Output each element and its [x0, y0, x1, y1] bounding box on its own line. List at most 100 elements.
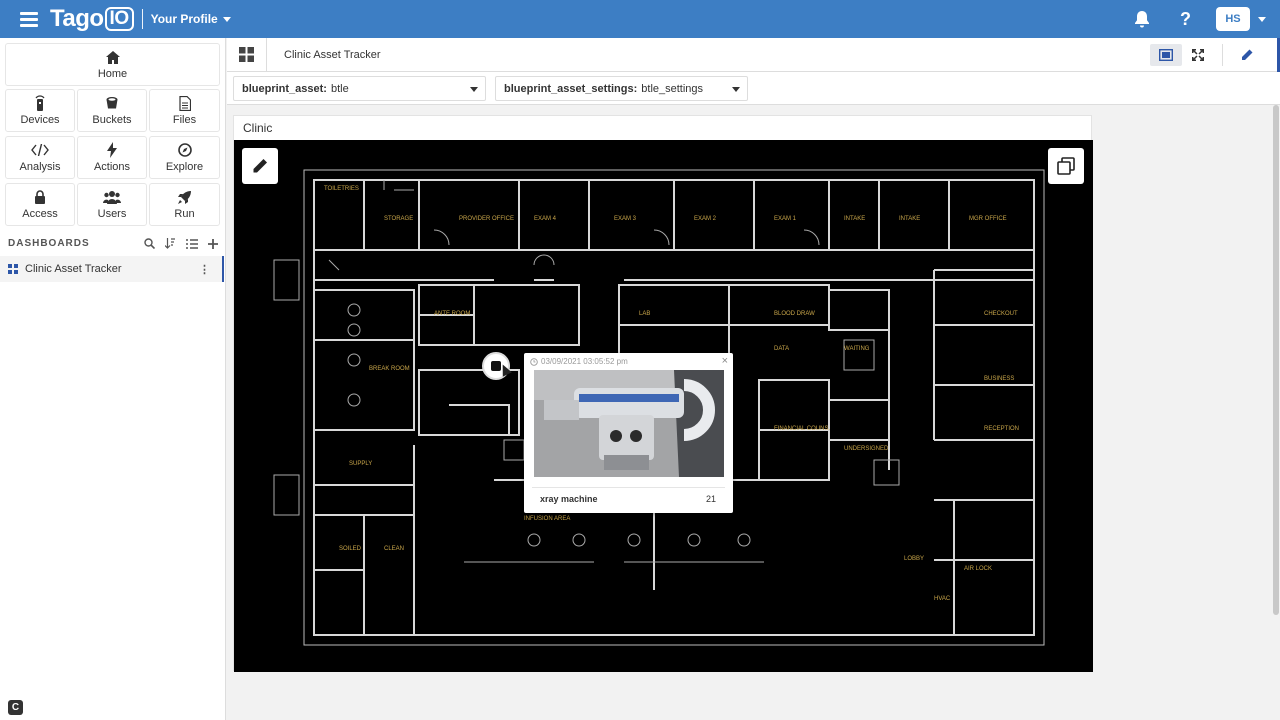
more-options-icon[interactable]: ⋮ [199, 263, 210, 276]
blueprint-asset-settings-select[interactable]: blueprint_asset_settings: btle_settings [495, 76, 748, 101]
lock-icon [34, 189, 46, 205]
sort-icon[interactable] [165, 238, 176, 249]
svg-text:LAB: LAB [639, 311, 650, 317]
logo-text: Tago [50, 5, 104, 32]
svg-text:SOILED: SOILED [339, 546, 362, 552]
svg-text:RECEPTION: RECEPTION [984, 426, 1019, 432]
clock-icon [530, 357, 538, 366]
sidebar-item-users[interactable]: Users [77, 183, 147, 226]
device-icon [35, 95, 45, 111]
edit-dashboard-button[interactable] [1231, 44, 1263, 66]
svg-text:AIR LOCK: AIR LOCK [964, 566, 992, 572]
tagoio-logo[interactable]: Tago IO [50, 5, 134, 33]
page-title: Clinic Asset Tracker [284, 48, 381, 61]
svg-text:TOILETRIES: TOILETRIES [324, 186, 359, 192]
blueprint-view-button[interactable] [1150, 44, 1182, 66]
sidebar-item-files[interactable]: Files [149, 89, 220, 132]
svg-text:SUPPLY: SUPPLY [349, 461, 372, 467]
sidebar-item-buckets[interactable]: Buckets [77, 89, 147, 132]
divider [532, 487, 725, 488]
sidebar-item-run[interactable]: Run [149, 183, 220, 226]
sidebar-item-label: Explore [165, 161, 204, 173]
fullscreen-button[interactable] [1182, 44, 1214, 66]
svg-text:BREAK ROOM: BREAK ROOM [369, 366, 410, 372]
sidebar-item-label: Buckets [92, 114, 132, 126]
copy-button[interactable] [1048, 148, 1084, 184]
filter-value: btle_settings [641, 82, 704, 95]
floor-plan-image[interactable]: TOILETRIES STORAGE PROVIDER OFFICE EXAM … [234, 140, 1093, 672]
sidebar: Home Devices Buckets Files Analysis Acti… [0, 38, 226, 720]
sidebar-item-label: Run [174, 208, 195, 220]
sidebar-item-label: Users [97, 208, 127, 220]
sidebar-item-access[interactable]: Access [5, 183, 75, 226]
svg-text:STORAGE: STORAGE [384, 216, 413, 222]
divider [1222, 44, 1223, 66]
svg-text:EXAM 4: EXAM 4 [534, 216, 557, 222]
sidebar-item-analysis[interactable]: Analysis [5, 136, 75, 179]
close-icon[interactable]: × [722, 355, 728, 367]
svg-text:EXAM 2: EXAM 2 [694, 216, 717, 222]
support-badge[interactable]: C [8, 700, 23, 715]
svg-text:HVAC: HVAC [934, 596, 951, 602]
svg-text:DATA: DATA [774, 346, 789, 352]
chevron-down-icon[interactable] [1258, 16, 1266, 22]
svg-text:INTAKE: INTAKE [899, 216, 920, 222]
widget-title: Clinic [243, 121, 273, 135]
edit-blueprint-button[interactable] [242, 148, 278, 184]
copy-icon [1057, 157, 1075, 175]
scrollbar-thumb[interactable] [1273, 105, 1279, 615]
home-icon [105, 49, 120, 65]
search-icon[interactable] [144, 238, 155, 249]
svg-text:UNDERSIGNED: UNDERSIGNED [844, 446, 889, 452]
filter-key: blueprint_asset_settings: [504, 82, 638, 95]
sidebar-item-label: Files [172, 114, 197, 126]
chevron-down-icon [732, 87, 740, 92]
filter-bar: blueprint_asset: btle blueprint_asset_se… [227, 72, 1280, 105]
chevron-down-icon [470, 87, 478, 92]
sidebar-item-explore[interactable]: Explore [149, 136, 220, 179]
svg-text:ANTE ROOM: ANTE ROOM [434, 311, 470, 317]
code-icon [31, 142, 49, 158]
svg-text:BUSINESS: BUSINESS [984, 376, 1014, 382]
sidebar-item-devices[interactable]: Devices [5, 89, 75, 132]
asset-value: 21 [705, 494, 716, 504]
menu-icon[interactable] [20, 9, 38, 30]
add-icon[interactable] [208, 238, 218, 249]
sidebar-dashboard-item[interactable]: Clinic Asset Tracker ⋮ [0, 256, 224, 282]
logo-io-text: IO [104, 7, 134, 31]
profile-label: Your Profile [150, 12, 218, 26]
dashboard-grid-icon [8, 264, 18, 274]
sidebar-item-actions[interactable]: Actions [77, 136, 147, 179]
svg-text:WAITING: WAITING [844, 346, 870, 352]
sidebar-item-home[interactable]: Home [5, 43, 220, 86]
lightning-icon [107, 142, 117, 158]
top-bar: Tago IO Your Profile ? HS [0, 0, 1280, 38]
sidebar-item-label: Devices [20, 114, 60, 126]
bucket-icon [105, 95, 119, 111]
layout-icon [1159, 49, 1173, 61]
blueprint-asset-select[interactable]: blueprint_asset: btle [233, 76, 486, 101]
timestamp-text: 03/09/2021 03:05:52 pm [541, 357, 628, 366]
grid-icon [239, 47, 254, 62]
profile-selector[interactable]: Your Profile [151, 12, 231, 26]
svg-text:EXAM 1: EXAM 1 [774, 216, 797, 222]
bell-icon[interactable] [1134, 10, 1150, 28]
svg-text:INTAKE: INTAKE [844, 216, 865, 222]
list-icon[interactable] [186, 238, 198, 249]
sidebar-item-label: Actions [93, 161, 131, 173]
popup-timestamp: 03/09/2021 03:05:52 pm [530, 357, 628, 366]
svg-text:FINANCIAL COUNS.: FINANCIAL COUNS. [774, 426, 830, 432]
svg-text:LOBBY: LOBBY [904, 556, 924, 562]
avatar[interactable]: HS [1216, 7, 1250, 31]
help-icon[interactable]: ? [1180, 9, 1191, 30]
expand-icon [1192, 49, 1204, 61]
dashboards-heading: DASHBOARDS [8, 238, 90, 249]
svg-text:INFUSION AREA: INFUSION AREA [524, 516, 570, 522]
dashboard-list-button[interactable] [227, 37, 267, 72]
filter-key: blueprint_asset: [242, 82, 327, 95]
dashboard-header: Clinic Asset Tracker [227, 37, 1280, 72]
compass-icon [177, 142, 192, 158]
asset-popup: 03/09/2021 03:05:52 pm × xray machine 21 [524, 353, 733, 513]
pencil-icon [253, 159, 267, 173]
dashboards-header: DASHBOARDS [8, 238, 218, 249]
